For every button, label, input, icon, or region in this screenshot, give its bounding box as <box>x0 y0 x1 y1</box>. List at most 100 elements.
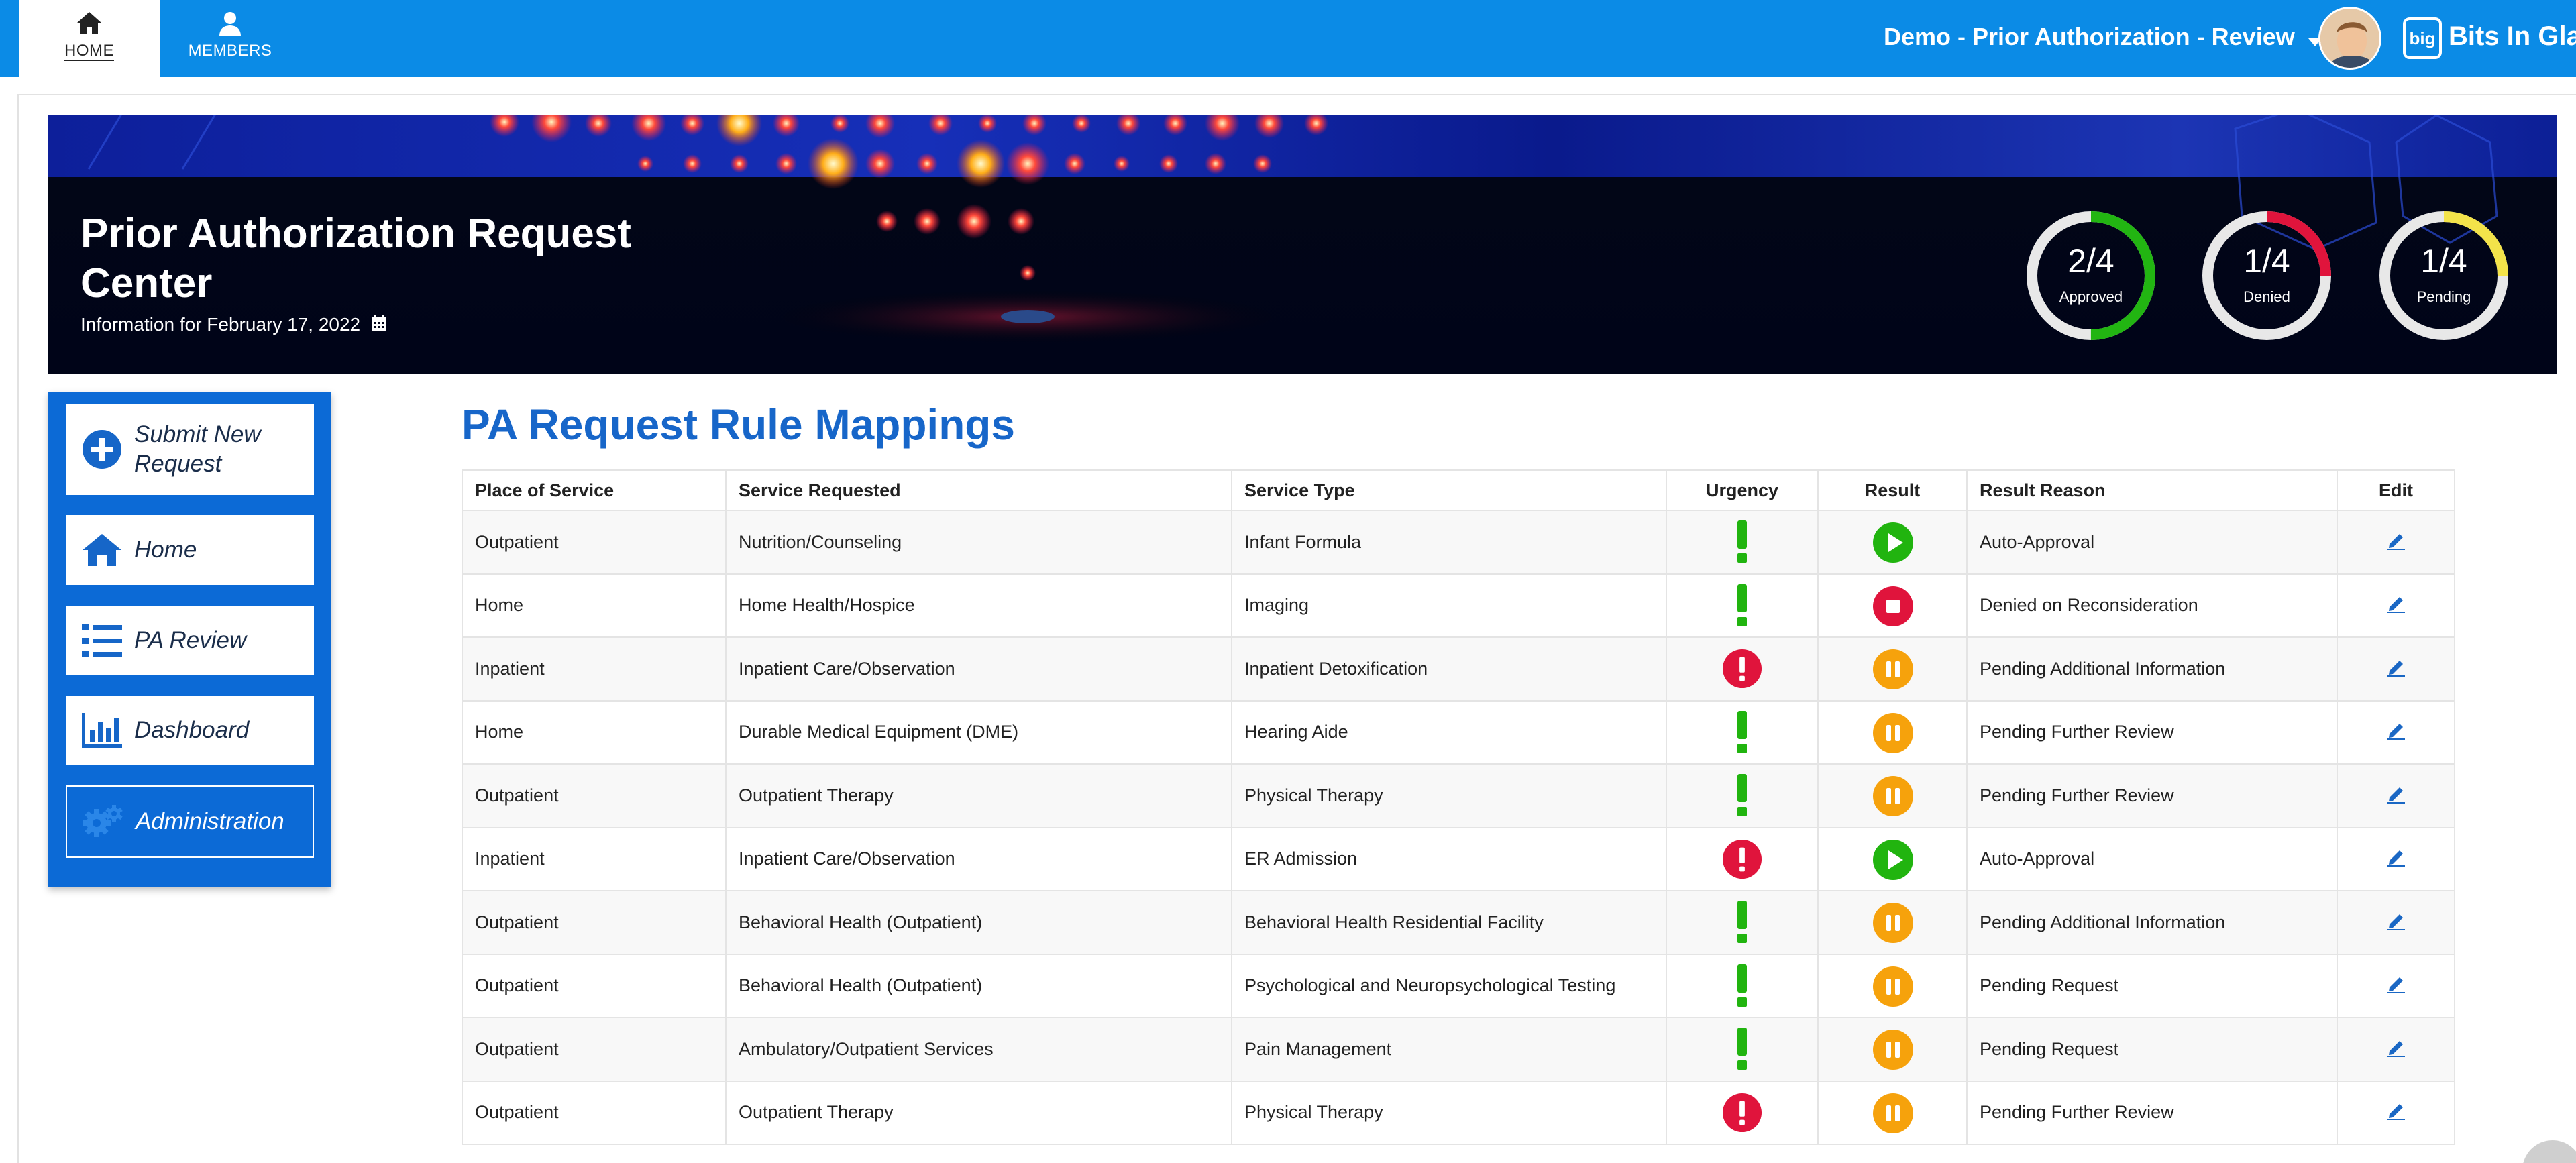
table-row[interactable]: Inpatient Inpatient Care/Observation ER Ad… <box>462 826 2455 891</box>
urgency-cell <box>1666 763 1819 828</box>
home-icon <box>80 529 123 571</box>
edit-pencil-icon[interactable] <box>2386 593 2406 618</box>
stat-pending: 1/4 Pending <box>2377 209 2510 342</box>
result-reason-cell: Pending Additional Information <box>1966 890 2338 955</box>
nav-tab-home[interactable]: HOME <box>19 0 160 77</box>
result-cell <box>1817 826 1968 891</box>
result-cell <box>1817 1017 1968 1082</box>
avatar[interactable] <box>2318 7 2381 70</box>
pause-icon <box>1872 966 1913 1007</box>
exclamation-icon <box>1722 901 1762 944</box>
home-icon <box>19 11 160 38</box>
service-type-cell: Psychological and Neuropsychological Tes… <box>1231 953 1667 1018</box>
service-type-cell: Behavioral Health Residential Facility <box>1231 890 1667 955</box>
list-icon <box>80 619 123 662</box>
stat-denied: 1/4 Denied <box>2200 209 2333 342</box>
service-requested-cell: Nutrition/Counseling <box>725 510 1232 575</box>
place-of-service-cell: Outpatient <box>462 1080 727 1145</box>
service-type-cell: Pain Management <box>1231 1017 1667 1082</box>
urgency-cell <box>1666 573 1819 638</box>
nav-tab-label: HOME <box>64 42 114 60</box>
play-icon <box>1872 839 1913 880</box>
result-reason-cell: Pending Further Review <box>1966 763 2338 828</box>
column-header[interactable]: Edit <box>2337 469 2455 511</box>
urgent-icon <box>1722 839 1762 879</box>
edit-pencil-icon[interactable] <box>2386 973 2406 998</box>
table-row[interactable]: Home Durable Medical Equipment (DME) Heari… <box>462 700 2455 765</box>
edit-cell <box>2337 1080 2455 1145</box>
result-cell <box>1817 510 1968 575</box>
stat-approved: 2/4 Approved <box>2025 209 2157 342</box>
table-row[interactable]: Inpatient Inpatient Care/Observation Inpat… <box>462 636 2455 702</box>
service-requested-cell: Inpatient Care/Observation <box>725 826 1232 891</box>
sidebar-item-pa-review[interactable]: PA Review <box>66 606 314 675</box>
stat-label: Denied <box>2243 288 2290 305</box>
nav-tab-label: MEMBERS <box>188 42 272 60</box>
exclamation-icon <box>1722 520 1762 563</box>
table-row[interactable]: Outpatient Behavioral Health (Outpatient)… <box>462 890 2455 955</box>
column-header[interactable]: Service Type <box>1231 469 1667 511</box>
table-row[interactable]: Home Home Health/Hospice Imaging Denied on … <box>462 573 2455 638</box>
edit-cell <box>2337 1017 2455 1082</box>
service-requested-cell: Durable Medical Equipment (DME) <box>725 700 1232 765</box>
edit-pencil-icon[interactable] <box>2386 1100 2406 1125</box>
service-requested-cell: Ambulatory/Outpatient Services <box>725 1017 1232 1082</box>
urgency-cell <box>1666 1017 1819 1082</box>
column-header[interactable]: Result <box>1817 469 1968 511</box>
result-cell <box>1817 763 1968 828</box>
result-cell <box>1817 890 1968 955</box>
top-navigation: HOME MEMBERS Demo - Prior Authorization … <box>0 0 2576 77</box>
sidebar-item-label: Home <box>134 537 197 563</box>
service-requested-cell: Inpatient Care/Observation <box>725 636 1232 702</box>
place-of-service-cell: Outpatient <box>462 763 727 828</box>
context-selector[interactable]: Demo - Prior Authorization - Review <box>1884 23 2322 52</box>
place-of-service-cell: Home <box>462 700 727 765</box>
brand-logo[interactable]: big <box>2403 17 2442 59</box>
pause-icon <box>1872 1093 1913 1133</box>
result-cell <box>1817 1080 1968 1145</box>
service-requested-cell: Outpatient Therapy <box>725 1080 1232 1145</box>
edit-pencil-icon[interactable] <box>2386 530 2406 555</box>
hero-date: Information for February 17, 2022 <box>80 314 387 337</box>
edit-pencil-icon[interactable] <box>2386 910 2406 935</box>
result-cell <box>1817 636 1968 702</box>
context-title: Demo - Prior Authorization - Review <box>1884 23 2295 50</box>
column-header[interactable]: Place of Service <box>462 469 727 511</box>
result-cell <box>1817 573 1968 638</box>
result-reason-cell: Denied on Reconsideration <box>1966 573 2338 638</box>
hero-date-text: Information for February 17, 2022 <box>80 314 361 335</box>
sidebar-item-dashboard[interactable]: Dashboard <box>66 696 314 765</box>
column-header[interactable]: Service Requested <box>725 469 1232 511</box>
service-requested-cell: Home Health/Hospice <box>725 573 1232 638</box>
edit-cell <box>2337 636 2455 702</box>
submit-new-request-button[interactable]: Submit New Request <box>66 404 314 495</box>
stat-label: Pending <box>2416 288 2471 305</box>
edit-pencil-icon[interactable] <box>2386 720 2406 744</box>
plus-circle-icon <box>80 428 123 471</box>
table-row[interactable]: Outpatient Behavioral Health (Outpatient)… <box>462 953 2455 1018</box>
edit-cell <box>2337 700 2455 765</box>
pause-icon <box>1872 649 1913 690</box>
brand-name[interactable]: Bits In Glass <box>2449 21 2576 52</box>
nav-tab-members[interactable]: MEMBERS <box>160 0 301 77</box>
edit-cell <box>2337 510 2455 575</box>
rule-mappings-table: Place of Service Service Requested Servi… <box>462 469 2455 1145</box>
table-row[interactable]: Outpatient Nutrition/Counseling Infant For… <box>462 510 2455 575</box>
result-reason-cell: Auto-Approval <box>1966 510 2338 575</box>
sidebar: Submit New Request Home PA Review Dashbo… <box>48 392 331 887</box>
table-row[interactable]: Outpatient Outpatient Therapy Physical The… <box>462 763 2455 828</box>
sidebar-item-home[interactable]: Home <box>66 515 314 585</box>
calendar-icon[interactable] <box>371 315 387 337</box>
column-header[interactable]: Result Reason <box>1966 469 2338 511</box>
exclamation-icon <box>1722 774 1762 817</box>
edit-pencil-icon[interactable] <box>2386 657 2406 681</box>
column-header[interactable]: Urgency <box>1666 469 1819 511</box>
edit-pencil-icon[interactable] <box>2386 783 2406 808</box>
edit-pencil-icon[interactable] <box>2386 1037 2406 1062</box>
bar-chart-icon <box>80 709 123 752</box>
table-row[interactable]: Outpatient Outpatient Therapy Physical The… <box>462 1080 2455 1145</box>
table-row[interactable]: Outpatient Ambulatory/Outpatient Services… <box>462 1017 2455 1082</box>
sidebar-item-administration[interactable]: Administration <box>66 785 314 858</box>
urgency-cell <box>1666 890 1819 955</box>
edit-pencil-icon[interactable] <box>2386 846 2406 871</box>
